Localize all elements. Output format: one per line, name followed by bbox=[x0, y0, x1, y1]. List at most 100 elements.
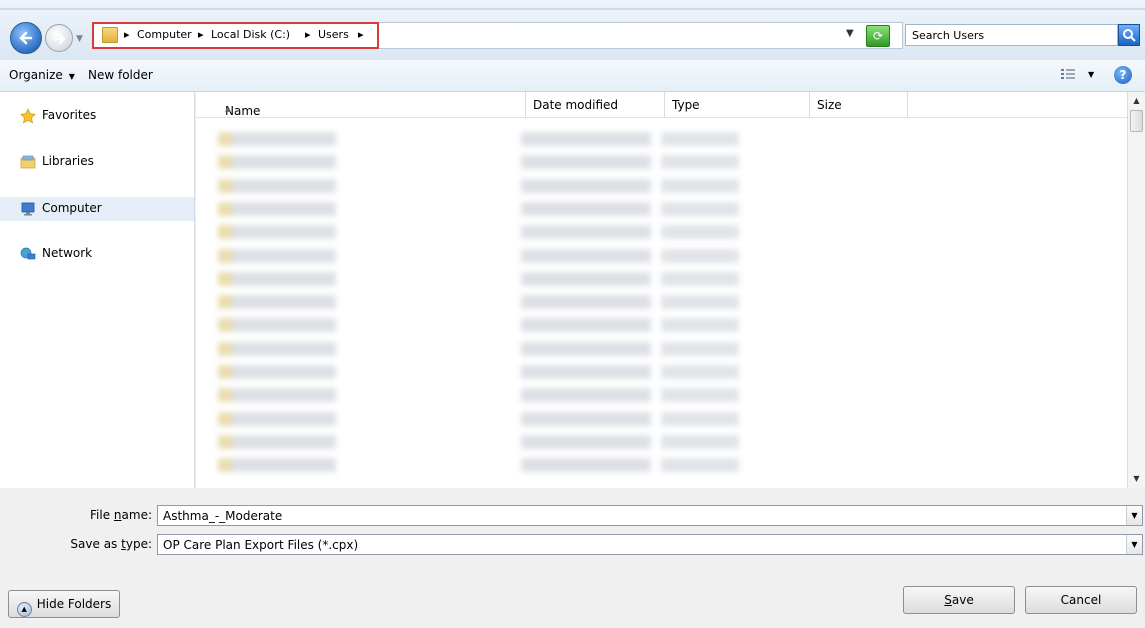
blurred-cell bbox=[218, 178, 336, 193]
table-row[interactable] bbox=[196, 201, 1127, 218]
save-label: ave bbox=[951, 593, 974, 607]
libraries-icon bbox=[20, 155, 36, 169]
nav-item-network[interactable]: Network bbox=[0, 242, 194, 266]
blurred-cell bbox=[521, 434, 651, 449]
search-icon bbox=[1123, 29, 1136, 42]
nav-label-libraries: Libraries bbox=[42, 154, 94, 168]
file-name-label-part: File bbox=[90, 508, 114, 522]
blurred-cell bbox=[661, 318, 739, 333]
blurred-cell bbox=[521, 178, 651, 193]
blurred-cell bbox=[218, 318, 336, 333]
breadcrumb-users[interactable]: Users bbox=[318, 28, 349, 41]
blurred-cell bbox=[521, 225, 651, 240]
file-list-scrollbar[interactable]: ▲ ▼ bbox=[1127, 92, 1145, 488]
blurred-cell bbox=[661, 458, 739, 473]
breadcrumb-computer[interactable]: Computer bbox=[137, 28, 192, 41]
blurred-cell bbox=[218, 365, 336, 379]
help-button[interactable]: ? bbox=[1114, 66, 1132, 84]
nav-item-libraries[interactable]: Libraries bbox=[0, 150, 194, 174]
back-arrow-icon bbox=[19, 31, 33, 45]
file-list[interactable]: Name ▲ Date modified Type Size bbox=[196, 92, 1127, 488]
blurred-cell bbox=[661, 365, 739, 379]
table-row[interactable] bbox=[196, 271, 1127, 288]
blurred-cell bbox=[521, 271, 651, 286]
table-row[interactable] bbox=[196, 458, 1127, 474]
search-input[interactable]: Search Users bbox=[905, 24, 1118, 46]
table-row[interactable] bbox=[196, 341, 1127, 358]
blurred-cell bbox=[661, 388, 739, 403]
table-row[interactable] bbox=[196, 388, 1127, 404]
save-button[interactable]: Save bbox=[903, 586, 1015, 614]
column-header-date-modified[interactable]: Date modified bbox=[526, 92, 665, 118]
file-name-label-accel: n bbox=[113, 508, 122, 522]
address-bar-space[interactable] bbox=[379, 22, 903, 49]
nav-label-computer: Computer bbox=[42, 201, 102, 215]
blurred-cell bbox=[218, 248, 336, 263]
save-as-type-dropdown-icon[interactable]: ▼ bbox=[1126, 535, 1142, 554]
blurred-cell bbox=[661, 248, 739, 263]
table-row[interactable] bbox=[196, 318, 1127, 334]
blurred-cell bbox=[218, 155, 336, 170]
blurred-cell bbox=[521, 201, 651, 216]
scrollbar-thumb[interactable] bbox=[1130, 110, 1143, 132]
breadcrumb-separator-icon[interactable]: ▸ bbox=[124, 28, 130, 41]
blurred-cell bbox=[521, 155, 651, 170]
scroll-down-icon[interactable]: ▼ bbox=[1128, 470, 1145, 487]
help-icon: ? bbox=[1119, 68, 1127, 82]
breadcrumb[interactable]: ▸ Computer ▸ Local Disk (C:) ▸ Users ▸ bbox=[92, 22, 379, 49]
chevron-down-icon: ▼ bbox=[68, 72, 75, 81]
nav-item-favorites[interactable]: Favorites bbox=[0, 104, 194, 128]
change-view-icon[interactable] bbox=[1061, 68, 1075, 81]
cancel-button[interactable]: Cancel bbox=[1025, 586, 1137, 614]
blurred-cell bbox=[521, 411, 651, 426]
file-name-dropdown-icon[interactable]: ▼ bbox=[1126, 506, 1142, 525]
refresh-button[interactable]: ⟳ bbox=[866, 25, 890, 47]
table-row[interactable] bbox=[196, 411, 1127, 428]
search-button[interactable] bbox=[1118, 24, 1140, 46]
blurred-cell bbox=[521, 318, 651, 333]
table-row[interactable] bbox=[196, 225, 1127, 241]
address-history-dropdown-icon[interactable]: ▼ bbox=[846, 28, 854, 39]
file-name-field[interactable]: Asthma_-_Moderate ▼ bbox=[157, 505, 1143, 526]
table-row[interactable] bbox=[196, 434, 1127, 451]
breadcrumb-separator-icon[interactable]: ▸ bbox=[305, 28, 311, 41]
blurred-cell bbox=[218, 388, 336, 403]
breadcrumb-separator-icon[interactable]: ▸ bbox=[358, 28, 364, 41]
blurred-cell bbox=[521, 295, 651, 310]
forward-button[interactable] bbox=[45, 24, 73, 52]
breadcrumb-local-disk[interactable]: Local Disk (C:) bbox=[211, 28, 290, 41]
nav-item-computer[interactable]: Computer bbox=[0, 197, 194, 221]
table-row[interactable] bbox=[196, 178, 1127, 195]
blurred-cell bbox=[661, 341, 739, 356]
refresh-icon: ⟳ bbox=[872, 29, 884, 43]
table-row[interactable] bbox=[196, 295, 1127, 311]
blurred-cell bbox=[521, 341, 651, 356]
column-header-type[interactable]: Type bbox=[665, 92, 810, 118]
sort-ascending-icon: ▲ bbox=[225, 104, 232, 113]
table-row[interactable] bbox=[196, 365, 1127, 381]
blurred-cell bbox=[661, 201, 739, 216]
collapse-icon: ▲ bbox=[16, 602, 32, 617]
new-folder-button[interactable]: New folder bbox=[88, 68, 153, 82]
table-row[interactable] bbox=[196, 132, 1127, 148]
hide-folders-button[interactable]: ▲ Hide Folders bbox=[8, 590, 120, 618]
blurred-cell bbox=[521, 458, 651, 473]
column-label-size: Size bbox=[817, 98, 842, 112]
blurred-cell bbox=[661, 271, 739, 286]
scroll-up-icon[interactable]: ▲ bbox=[1128, 92, 1145, 109]
blurred-cell bbox=[521, 365, 651, 379]
blurred-cell bbox=[661, 178, 739, 193]
view-options-dropdown-icon[interactable]: ▼ bbox=[1088, 70, 1094, 79]
organize-button[interactable]: Organize ▼ bbox=[9, 68, 75, 82]
blurred-cell bbox=[521, 388, 651, 403]
table-row[interactable] bbox=[196, 155, 1127, 171]
table-row[interactable] bbox=[196, 248, 1127, 265]
breadcrumb-separator-icon[interactable]: ▸ bbox=[198, 28, 204, 41]
recent-pages-dropdown-icon[interactable]: ▼ bbox=[76, 34, 83, 44]
column-header-name[interactable]: Name ▲ bbox=[196, 92, 526, 118]
column-header-size[interactable]: Size bbox=[810, 92, 908, 118]
blurred-cell bbox=[218, 225, 336, 240]
blurred-cell bbox=[218, 458, 336, 473]
save-as-type-select[interactable]: OP Care Plan Export Files (*.cpx) ▼ bbox=[157, 534, 1143, 555]
back-button[interactable] bbox=[10, 22, 42, 54]
